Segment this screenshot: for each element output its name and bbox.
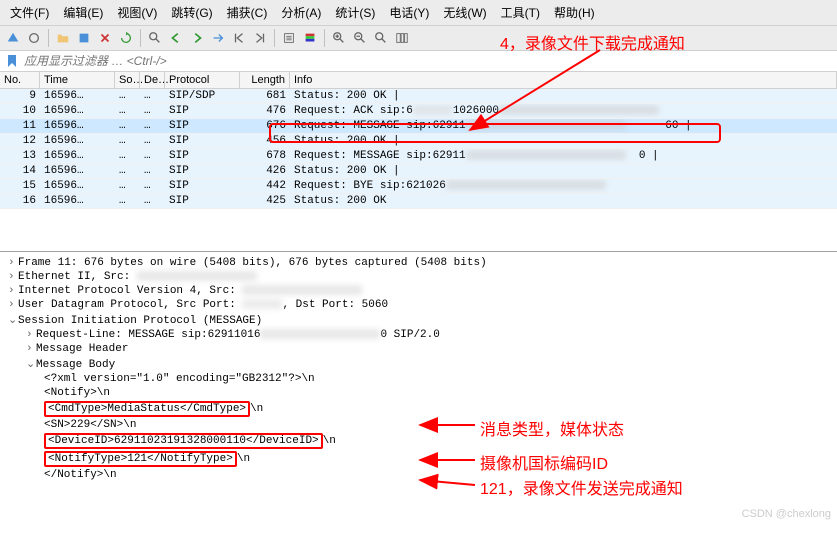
zoom-reset-icon[interactable] — [372, 29, 390, 47]
detail-request-line[interactable]: ›Request-Line: MESSAGE sip:629110160 SIP… — [8, 328, 829, 342]
detail-xml-cmdtype[interactable]: <CmdType>MediaStatus</CmdType>\n — [8, 400, 829, 418]
menu-capture[interactable]: 捕获(C) — [221, 2, 274, 23]
packet-row[interactable]: 1416596………SIP426Status: 200 OK | — [0, 164, 837, 179]
menu-file[interactable]: 文件(F) — [4, 2, 55, 23]
packet-list[interactable]: No. Time So… De… Protocol Length Info 91… — [0, 72, 837, 252]
toolbar-separator — [48, 29, 49, 47]
menu-telephony[interactable]: 电话(Y) — [383, 2, 435, 23]
go-forward-icon[interactable] — [188, 29, 206, 47]
watermark: CSDN @chexlong — [742, 508, 831, 520]
menu-analyze[interactable]: 分析(A) — [275, 2, 327, 23]
toolbar-separator — [324, 29, 325, 47]
bookmark-icon[interactable] — [4, 53, 20, 69]
toolbar-separator — [140, 29, 141, 47]
menu-tools[interactable]: 工具(T) — [495, 2, 546, 23]
go-first-icon[interactable] — [230, 29, 248, 47]
menu-statistics[interactable]: 统计(S) — [329, 2, 381, 23]
open-icon[interactable] — [54, 29, 72, 47]
filter-bar — [0, 51, 837, 72]
col-header-dst[interactable]: De… — [140, 72, 165, 88]
menu-wireless[interactable]: 无线(W) — [437, 2, 492, 23]
zoom-in-icon[interactable] — [330, 29, 348, 47]
packet-list-header: No. Time So… De… Protocol Length Info — [0, 72, 837, 89]
find-icon[interactable] — [146, 29, 164, 47]
go-to-icon[interactable] — [209, 29, 227, 47]
col-header-info[interactable]: Info — [290, 72, 837, 88]
packet-row[interactable]: 1616596………SIP425Status: 200 OK — [0, 194, 837, 209]
resize-columns-icon[interactable] — [393, 29, 411, 47]
col-header-src[interactable]: So… — [115, 72, 140, 88]
close-icon[interactable] — [96, 29, 114, 47]
col-header-no[interactable]: No. — [0, 72, 40, 88]
packet-row[interactable]: 1116596………SIP676Request: MESSAGE sip:629… — [0, 119, 837, 134]
packet-details[interactable]: ›Frame 11: 676 bytes on wire (5408 bits)… — [0, 252, 837, 542]
display-filter-input[interactable] — [24, 54, 833, 68]
detail-ethernet[interactable]: ›Ethernet II, Src: — [8, 270, 829, 284]
save-icon[interactable] — [75, 29, 93, 47]
detail-xml-notify-open[interactable]: <Notify>\n — [8, 386, 829, 400]
menu-bar: 文件(F) 编辑(E) 视图(V) 跳转(G) 捕获(C) 分析(A) 统计(S… — [0, 0, 837, 26]
col-header-len[interactable]: Length — [240, 72, 290, 88]
reload-icon[interactable] — [117, 29, 135, 47]
menu-help[interactable]: 帮助(H) — [548, 2, 601, 23]
detail-frame[interactable]: ›Frame 11: 676 bytes on wire (5408 bits)… — [8, 256, 829, 270]
packet-row[interactable]: 916596………SIP/SDP681Status: 200 OK | — [0, 89, 837, 104]
toolbar-separator — [274, 29, 275, 47]
colorize-icon[interactable] — [301, 29, 319, 47]
col-header-proto[interactable]: Protocol — [165, 72, 240, 88]
detail-message-body[interactable]: ⌄Message Body — [8, 356, 829, 372]
packet-row[interactable]: 1216596………SIP456Status: 200 OK | — [0, 134, 837, 149]
col-header-time[interactable]: Time — [40, 72, 115, 88]
detail-xml-notify-close[interactable]: </Notify>\n — [8, 468, 829, 482]
packet-row[interactable]: 1316596………SIP678Request: MESSAGE sip:629… — [0, 149, 837, 164]
zoom-out-icon[interactable] — [351, 29, 369, 47]
capture-options-icon[interactable] — [25, 29, 43, 47]
detail-ip[interactable]: ›Internet Protocol Version 4, Src: — [8, 284, 829, 298]
detail-xml-deviceid[interactable]: <DeviceID>62911023191328000110</DeviceID… — [8, 432, 829, 450]
packet-row[interactable]: 1516596………SIP442Request: BYE sip:621026 — [0, 179, 837, 194]
go-last-icon[interactable] — [251, 29, 269, 47]
packet-row[interactable]: 1016596………SIP476Request: ACK sip:6102600… — [0, 104, 837, 119]
toolbar — [0, 26, 837, 51]
go-back-icon[interactable] — [167, 29, 185, 47]
menu-edit[interactable]: 编辑(E) — [57, 2, 109, 23]
menu-view[interactable]: 视图(V) — [111, 2, 163, 23]
detail-xml-decl[interactable]: <?xml version="1.0" encoding="GB2312"?>\… — [8, 372, 829, 386]
shark-fin-icon[interactable] — [4, 29, 22, 47]
detail-xml-sn[interactable]: <SN>229</SN>\n — [8, 418, 829, 432]
detail-udp[interactable]: ›User Datagram Protocol, Src Port: , Dst… — [8, 298, 829, 312]
detail-xml-notifytype[interactable]: <NotifyType>121</NotifyType>\n — [8, 450, 829, 468]
auto-scroll-icon[interactable] — [280, 29, 298, 47]
menu-go[interactable]: 跳转(G) — [165, 2, 218, 23]
detail-sip[interactable]: ⌄Session Initiation Protocol (MESSAGE) — [8, 312, 829, 328]
detail-message-header[interactable]: ›Message Header — [8, 342, 829, 356]
